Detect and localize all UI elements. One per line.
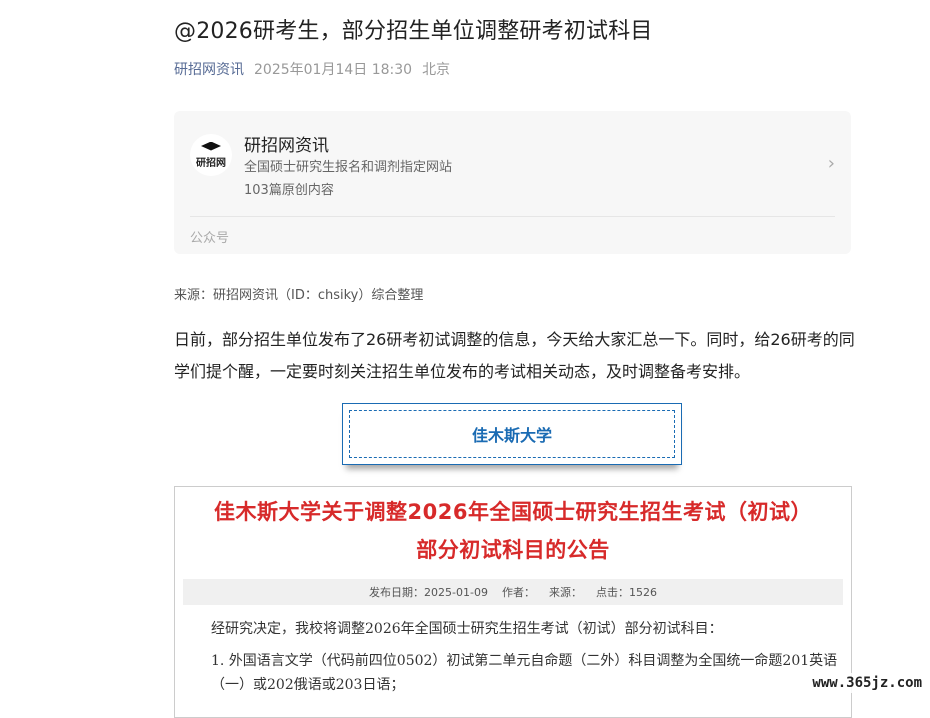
article-source-link[interactable]: 研招网资讯	[174, 59, 244, 79]
account-article-count: 103篇原创内容	[244, 183, 334, 198]
university-heading: 佳木斯大学	[349, 410, 675, 458]
notice-title-line2: 部分初试科目的公告	[416, 538, 610, 562]
account-type-label: 公众号	[190, 231, 230, 246]
notice-author: 作者：	[501, 586, 535, 599]
notice-meta-bar: 发布日期：2025-01-09 作者： 来源： 点击：1526	[183, 579, 843, 605]
card-divider	[190, 216, 835, 217]
account-name: 研招网资讯	[244, 136, 329, 156]
article-location: 北京	[422, 62, 451, 78]
intro-paragraph: 日前，部分招生单位发布了26研考初试调整的信息，今天给大家汇总一下。同时，给26…	[174, 330, 855, 381]
avatar-label: 研招网	[196, 157, 226, 169]
notice-title: 佳木斯大学关于调整2026年全国硕士研究生招生考试（初试） 部分初试科目的公告	[175, 493, 851, 569]
notice-clicks: 点击：1526	[595, 586, 657, 599]
account-avatar: 研招网	[190, 134, 232, 176]
account-description: 全国硕士研究生报名和调剂指定网站	[244, 160, 453, 175]
site-watermark: www.365jz.com	[808, 673, 926, 693]
chevron-right-icon[interactable]: ›	[828, 153, 835, 174]
notice-source: 来源：	[548, 586, 582, 599]
notice-publish-date: 发布日期：2025-01-09	[369, 586, 488, 599]
source-line: 来源：研招网资讯（ID：chsiky）综合整理	[174, 288, 424, 303]
notice-body: 经研究决定，我校将调整2026年全国硕士研究生招生考试（初试）部分初试科目： 1…	[175, 617, 851, 697]
notice-body-paragraph: 1. 外国语言文学（代码前四位0502）初试第二单元自命题（二外）科目调整为全国…	[211, 653, 838, 693]
account-card[interactable]: 研招网 研招网资讯 全国硕士研究生报名和调剂指定网站 103篇原创内容 › 公众…	[174, 111, 851, 254]
graduation-cap-icon	[201, 141, 221, 151]
university-heading-box: 佳木斯大学	[342, 403, 682, 465]
article-datetime: 2025年01月14日 18:30	[254, 62, 413, 78]
article-meta: 研招网资讯 2025年01月14日 18:30 北京	[174, 59, 450, 79]
notice-screenshot: 佳木斯大学关于调整2026年全国硕士研究生招生考试（初试） 部分初试科目的公告 …	[174, 486, 852, 718]
notice-title-line1: 佳木斯大学关于调整2026年全国硕士研究生招生考试（初试）	[214, 500, 812, 524]
article-title: @2026研考生，部分招生单位调整研考初试科目	[174, 19, 653, 44]
notice-body-paragraph: 经研究决定，我校将调整2026年全国硕士研究生招生考试（初试）部分初试科目：	[211, 621, 723, 637]
